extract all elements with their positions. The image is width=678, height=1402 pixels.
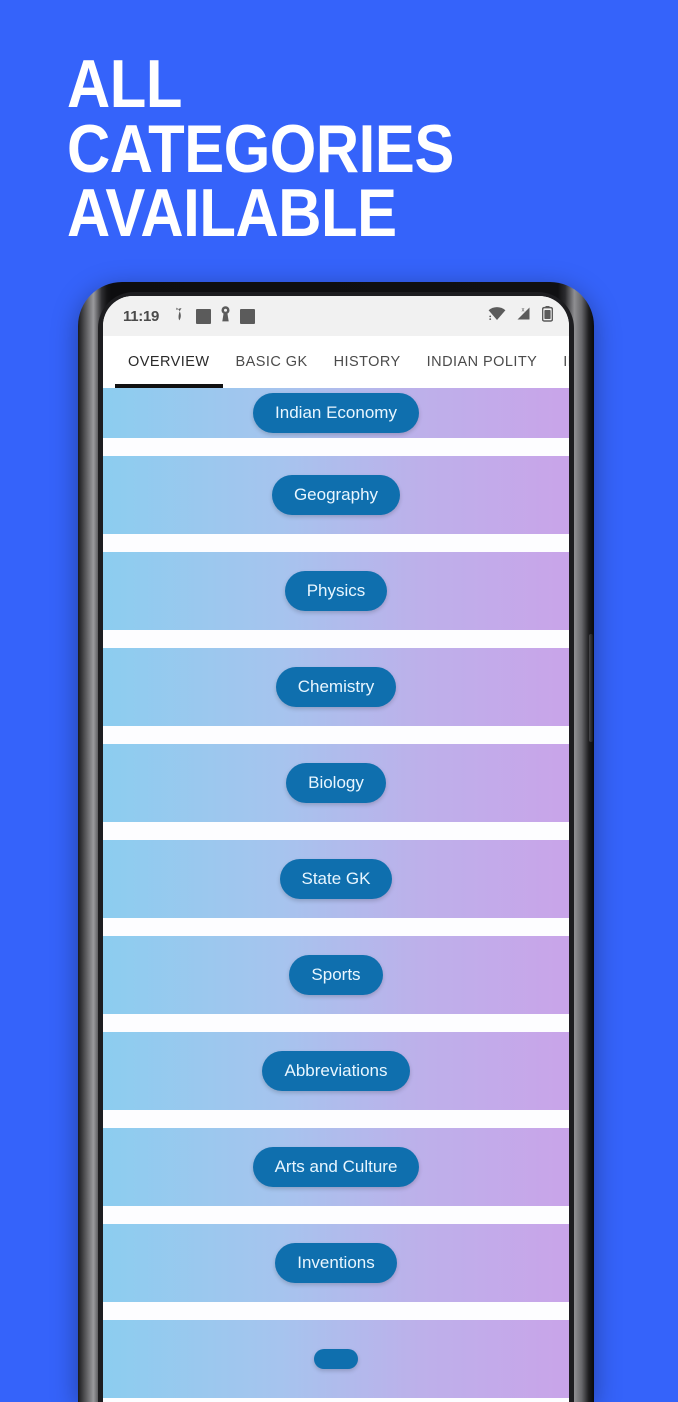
status-right-icons: x <box>488 305 554 327</box>
category-pill[interactable]: Sports <box>289 955 383 995</box>
category-pill[interactable]: Arts and Culture <box>252 1147 420 1187</box>
tab-bar[interactable]: OVERVIEW BASIC GK HISTORY INDIAN POLITY … <box>103 336 569 388</box>
list-item[interactable]: Geography <box>103 456 569 534</box>
tab-overview[interactable]: OVERVIEW <box>115 336 223 388</box>
category-list[interactable]: Indian Economy Geography Physics Chemist… <box>103 388 569 1402</box>
notification-square-icon <box>240 308 256 324</box>
list-item[interactable]: Physics <box>103 552 569 630</box>
list-item[interactable]: Inventions <box>103 1224 569 1302</box>
tab-indian-polity[interactable]: INDIAN POLITY <box>414 336 551 388</box>
category-pill[interactable]: Chemistry <box>275 667 397 707</box>
phone-screen: 11:19 x OVERVIEW BASIC GK HISTORY INDIAN… <box>103 296 569 1402</box>
wifi-icon <box>488 306 506 326</box>
status-bar: 11:19 x <box>103 296 569 336</box>
category-pill[interactable]: State GK <box>279 859 393 899</box>
call-forwarding-icon <box>171 306 187 327</box>
category-pill[interactable]: Physics <box>284 571 388 611</box>
svg-text:x: x <box>522 307 525 313</box>
key-icon <box>220 305 231 327</box>
status-time: 11:19 <box>123 307 160 325</box>
list-item[interactable]: Arts and Culture <box>103 1128 569 1206</box>
promo-headline: ALL CATEGORIES AVAILABLE <box>67 46 454 252</box>
list-item[interactable] <box>103 1320 569 1398</box>
category-pill[interactable]: Geography <box>271 475 401 515</box>
list-item[interactable]: Abbreviations <box>103 1032 569 1110</box>
no-sim-signal-icon: x <box>515 306 533 326</box>
status-left-icons <box>171 305 256 327</box>
category-pill[interactable] <box>314 1349 358 1369</box>
list-item[interactable]: Sports <box>103 936 569 1014</box>
category-pill[interactable]: Inventions <box>275 1243 397 1283</box>
tab-basic-gk[interactable]: BASIC GK <box>223 336 321 388</box>
tab-history[interactable]: HISTORY <box>321 336 414 388</box>
phone-mockup: 11:19 x OVERVIEW BASIC GK HISTORY INDIAN… <box>78 282 594 1402</box>
list-item[interactable]: Indian Economy <box>103 388 569 438</box>
list-item[interactable]: Chemistry <box>103 648 569 726</box>
battery-icon <box>541 305 554 327</box>
power-button[interactable] <box>589 634 593 742</box>
list-item[interactable]: State GK <box>103 840 569 918</box>
list-item[interactable]: Biology <box>103 744 569 822</box>
category-pill[interactable]: Abbreviations <box>262 1051 410 1091</box>
category-pill[interactable]: Biology <box>286 763 386 803</box>
tab-india[interactable]: INDIA <box>550 336 569 388</box>
category-pill[interactable]: Indian Economy <box>253 393 419 433</box>
notification-square-icon <box>196 308 212 324</box>
